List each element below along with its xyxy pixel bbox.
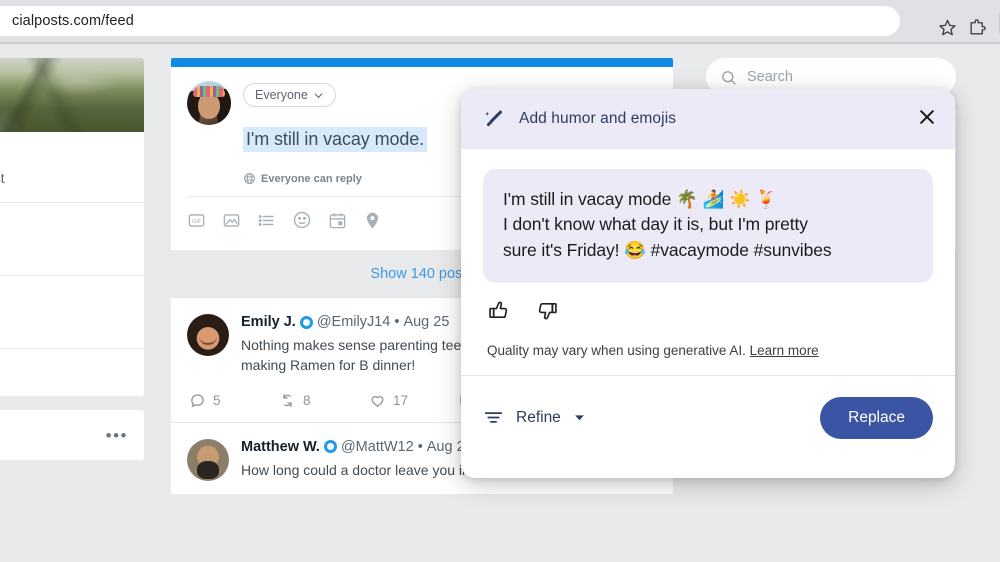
avatar[interactable] xyxy=(187,439,229,481)
left-sidebar: oby B. on Specialist lowing 239 lowers 3… xyxy=(0,58,144,460)
ai-suggestion-line-2: I don't know what day it is, but I'm pre… xyxy=(503,212,913,237)
following-label: lowing xyxy=(0,218,128,234)
ai-assist-dialog: Add humor and emojis I'm still in vacay … xyxy=(461,89,955,478)
verified-badge-icon xyxy=(300,316,313,329)
schedule-icon[interactable] xyxy=(328,211,347,235)
location-icon[interactable] xyxy=(363,211,382,235)
browser-toolbar: cialposts.com/feed xyxy=(0,0,1000,42)
ai-suggestion-line-1: I'm still in vacay mode 🌴 🏄 ☀️ 🍹 xyxy=(503,187,913,212)
suggestions-card: ons ••• xyxy=(0,410,144,460)
accent-bar xyxy=(171,58,673,67)
star-icon[interactable] xyxy=(932,12,962,42)
globe-icon xyxy=(243,172,256,185)
post-author: Matthew W. xyxy=(241,439,320,455)
magic-wand-icon xyxy=(483,108,505,130)
following-count: 239 xyxy=(0,239,128,259)
avatar[interactable] xyxy=(187,314,229,356)
post-separator: • xyxy=(418,439,423,455)
reply-permission-label: Everyone can reply xyxy=(261,173,362,185)
address-bar-url: cialposts.com/feed xyxy=(12,13,134,29)
ai-dialog-title: Add humor and emojis xyxy=(519,110,903,128)
close-icon[interactable] xyxy=(917,107,937,132)
post-separator: • xyxy=(394,314,399,330)
like-action[interactable]: 17 xyxy=(369,392,459,409)
svg-text:GIF: GIF xyxy=(192,218,202,224)
audience-selector[interactable]: Everyone xyxy=(243,83,336,107)
post-handle: @MattW12 xyxy=(341,439,414,455)
refine-button[interactable]: Refine xyxy=(483,407,820,428)
chevron-down-icon xyxy=(313,90,324,101)
profile-card: oby B. on Specialist lowing 239 lowers 3… xyxy=(0,58,144,396)
profile-name: oby B. xyxy=(0,146,128,167)
post-date: Aug 25 xyxy=(403,314,449,330)
address-bar[interactable]: cialposts.com/feed xyxy=(0,6,900,36)
composer-avatar[interactable] xyxy=(187,81,231,125)
search-icon xyxy=(720,69,737,86)
gif-icon[interactable]: GIF xyxy=(187,211,206,235)
show-more-posts-label: Show 140 posts xyxy=(370,266,473,282)
image-icon[interactable] xyxy=(222,211,241,235)
thumbs-down-icon[interactable] xyxy=(536,299,559,327)
reply-action[interactable]: 5 xyxy=(189,392,279,409)
following-stat[interactable]: lowing 239 xyxy=(0,202,144,275)
ai-suggestion-line-3: sure it's Friday! 😂 #vacaymode #sunvibes xyxy=(503,238,913,263)
post-handle: @EmilyJ14 xyxy=(317,314,391,330)
thumbs-up-icon[interactable] xyxy=(487,299,510,327)
profile-cover-image xyxy=(0,58,144,132)
search-placeholder: Search xyxy=(747,69,793,85)
profile-subtitle: on Specialist xyxy=(0,171,128,186)
followers-count: 345 xyxy=(0,312,128,332)
followers-label: lowers xyxy=(0,291,128,307)
refine-label: Refine xyxy=(516,409,561,427)
puzzle-piece-icon[interactable] xyxy=(962,12,992,42)
replace-button[interactable]: Replace xyxy=(820,397,933,439)
composer-text[interactable]: I'm still in vacay mode. xyxy=(243,127,427,152)
reply-count: 5 xyxy=(213,393,221,408)
verified-badge-icon xyxy=(324,440,337,453)
followers-stat[interactable]: lowers 345 xyxy=(0,275,144,348)
audience-label: Everyone xyxy=(255,88,308,102)
ai-dialog-header: Add humor and emojis xyxy=(461,89,955,149)
learn-more-link[interactable]: Learn more xyxy=(750,343,819,358)
post-author: Emily J. xyxy=(241,314,296,330)
tune-icon xyxy=(483,407,504,428)
page-canvas: oby B. on Specialist lowing 239 lowers 3… xyxy=(0,44,1000,562)
repost-count: 8 xyxy=(303,393,311,408)
emoji-icon[interactable] xyxy=(292,210,312,235)
more-options-icon[interactable]: ••• xyxy=(106,432,128,440)
ai-dialog-footer: Refine Replace xyxy=(461,375,955,459)
ai-disclaimer-text: Quality may vary when using generative A… xyxy=(487,343,746,358)
poll-icon[interactable] xyxy=(257,211,276,235)
chevron-down-icon xyxy=(573,411,586,424)
ai-suggestion-text: I'm still in vacay mode 🌴 🏄 ☀️ 🍹 I don't… xyxy=(483,169,933,283)
like-count: 17 xyxy=(393,393,408,408)
repost-action[interactable]: 8 xyxy=(279,392,369,409)
